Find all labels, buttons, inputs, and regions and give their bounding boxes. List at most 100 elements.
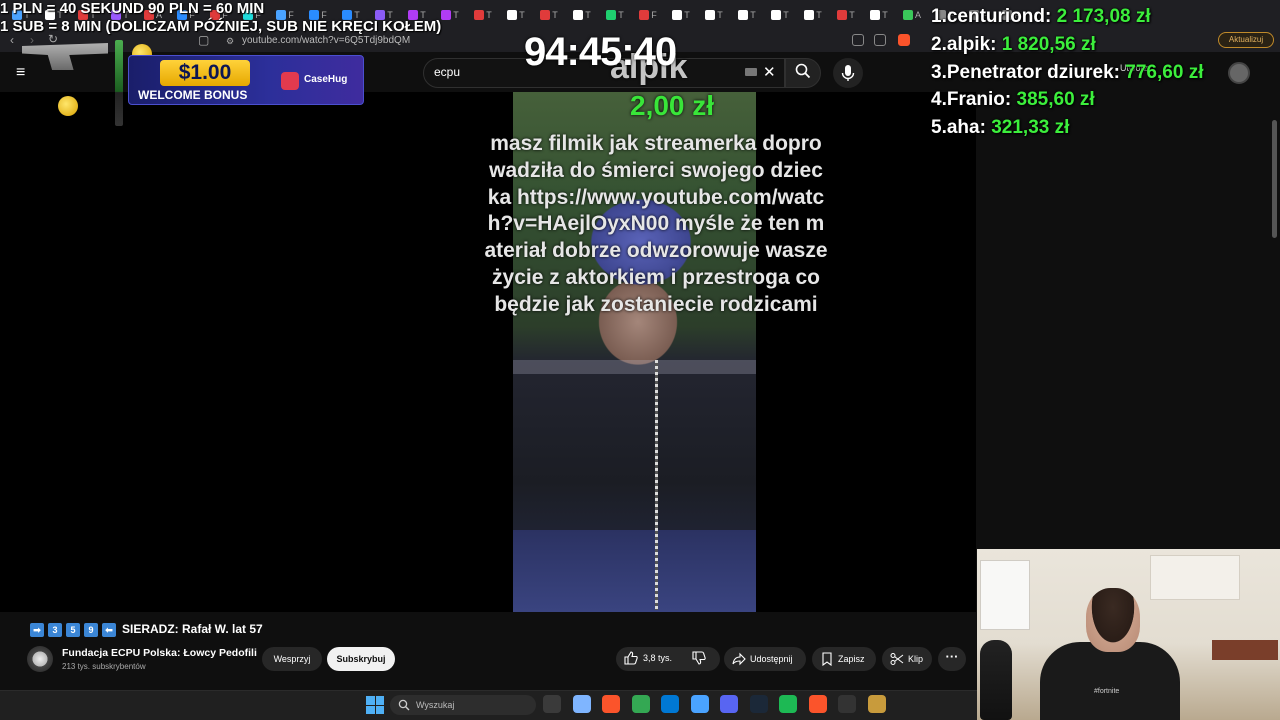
donation-rules-line-1: 1 PLN = 40 SEKUND 90 PLN = 60 MIN — [0, 0, 265, 17]
tab-favicon-icon — [705, 10, 716, 20]
support-button[interactable]: Wesprzyj — [262, 647, 322, 671]
more-actions-button[interactable]: ··· — [938, 647, 966, 671]
browser-tab[interactable]: T — [699, 4, 729, 26]
voice-search-button[interactable] — [833, 58, 863, 88]
save-label: Zapisz — [838, 654, 865, 664]
title-badge: 5 — [66, 623, 80, 637]
back-icon[interactable]: ‹ — [10, 33, 14, 47]
donation-rules-line-2: 1 SUB = 8 MIN (DOLICZAM PÓŹNIEJ, SUB NIE… — [0, 18, 442, 35]
obs-icon[interactable] — [838, 695, 856, 713]
tab-title: T — [783, 10, 789, 20]
webcam-microphone — [980, 640, 1012, 720]
keyboard-icon[interactable] — [745, 68, 757, 76]
webcam-person-head — [1086, 588, 1140, 652]
browser-tab[interactable]: T — [666, 4, 696, 26]
discord-icon[interactable] — [720, 695, 738, 713]
video-jacket-zip — [655, 360, 658, 610]
video-title: SIERADZ: Rafał W. lat 57 — [122, 622, 263, 636]
donation-message: masz filmik jak streamerka doprowadziła … — [484, 132, 828, 316]
tab-title: T — [618, 10, 624, 20]
tab-favicon-icon — [738, 10, 749, 20]
scissors-icon — [890, 653, 904, 665]
league-icon[interactable] — [867, 695, 886, 713]
browser-tab[interactable]: F — [633, 4, 663, 26]
donation-leaderboard: 1.centuriond: 2 173,08 zł 2.alpik: 1 820… — [931, 6, 1276, 145]
search-query[interactable]: ecpu — [434, 65, 460, 79]
knife-graphic — [115, 40, 123, 126]
brave-shield-icon[interactable] — [898, 34, 910, 46]
tab-favicon-icon — [639, 10, 650, 20]
share-button[interactable]: Udostępnij — [724, 647, 806, 671]
browser-tab[interactable]: T — [831, 4, 861, 26]
channel-name[interactable]: Fundacja ECPU Polska: Łowcy Pedofili — [62, 647, 257, 659]
browser-tab[interactable]: T — [600, 4, 630, 26]
like-count[interactable]: 3,8 tys. — [643, 653, 672, 663]
webcam-table — [1212, 640, 1278, 660]
subscribe-button[interactable]: Subskrybuj — [327, 647, 395, 671]
cast-icon[interactable] — [852, 34, 864, 46]
windows-start-icon[interactable] — [366, 696, 384, 714]
channel-avatar[interactable] — [27, 646, 53, 672]
clip-button[interactable]: Klip — [882, 647, 932, 671]
thumbs-up-icon[interactable] — [624, 651, 638, 665]
clear-search-icon[interactable]: ✕ — [763, 63, 776, 81]
webcam-person-body — [1040, 642, 1180, 720]
video-jacket-lower — [513, 530, 756, 612]
steam-icon[interactable] — [749, 695, 768, 713]
brave-icon[interactable] — [602, 695, 620, 713]
tab-title: F — [651, 10, 657, 20]
bookmark-icon[interactable]: ▢ — [198, 33, 209, 47]
notepad-icon[interactable] — [690, 695, 709, 713]
video-jacket-stripe — [513, 360, 756, 374]
tab-favicon-icon — [573, 10, 584, 20]
title-emoji-badges: ➡ 3 5 9 ⬅ — [30, 623, 116, 637]
store-icon[interactable] — [661, 695, 679, 713]
title-badge: ⬅ — [102, 623, 116, 637]
webcam-window — [980, 560, 1030, 630]
tab-favicon-icon — [474, 10, 485, 20]
spotify-icon[interactable] — [779, 695, 797, 713]
browser-tab[interactable]: T — [468, 4, 498, 26]
browser-tab[interactable]: T — [765, 4, 795, 26]
chrome-icon[interactable] — [631, 695, 650, 713]
share-icon[interactable] — [874, 34, 886, 46]
microphone-icon — [841, 65, 855, 81]
tab-title: T — [882, 10, 888, 20]
tab-title: T — [519, 10, 525, 20]
leaderboard-row: 1.centuriond: 2 173,08 zł — [931, 6, 1151, 27]
browser-tab[interactable]: A — [897, 4, 927, 26]
tab-favicon-icon — [507, 10, 518, 20]
task-view-icon[interactable] — [543, 695, 561, 713]
copilot-icon[interactable] — [572, 695, 591, 713]
thumbs-down-icon[interactable] — [692, 651, 706, 665]
subathon-timer: 94:45:40 — [524, 30, 677, 74]
browser-tab[interactable]: T — [534, 4, 564, 26]
taskbar-search[interactable]: Wyszukaj — [390, 695, 536, 715]
forward-icon[interactable]: › — [30, 33, 34, 47]
tab-title: T — [486, 10, 492, 20]
hamburger-menu-icon[interactable]: ≡ — [16, 64, 25, 82]
browser-tab[interactable]: T — [567, 4, 597, 26]
tab-favicon-icon — [771, 10, 782, 20]
channel-subscriber-count: 213 tys. subskrybentów — [62, 662, 146, 671]
leaderboard-row: 5.aha: 321,33 zł — [931, 117, 1070, 139]
tab-favicon-icon — [441, 10, 452, 20]
save-button[interactable]: Zapisz — [812, 647, 876, 671]
browser-tab[interactable]: T — [864, 4, 894, 26]
brave-beta-icon[interactable] — [808, 695, 827, 713]
promo-brand: CaseHug — [304, 74, 348, 85]
tab-favicon-icon — [606, 10, 617, 20]
browser-tab[interactable]: T — [798, 4, 828, 26]
tab-favicon-icon — [804, 10, 815, 20]
coin-icon — [58, 96, 78, 116]
tab-title: T — [684, 10, 690, 20]
title-badge: 9 — [84, 623, 98, 637]
webcam-kitchen-cabinet — [1150, 555, 1240, 600]
donation-amount: 2,00 zł — [630, 90, 715, 121]
tab-title: A — [914, 10, 921, 20]
browser-tab[interactable]: T — [501, 4, 531, 26]
search-icon — [398, 699, 410, 711]
search-icon — [795, 63, 811, 79]
browser-tab[interactable]: T — [732, 4, 762, 26]
casehug-logo-icon — [281, 72, 299, 90]
